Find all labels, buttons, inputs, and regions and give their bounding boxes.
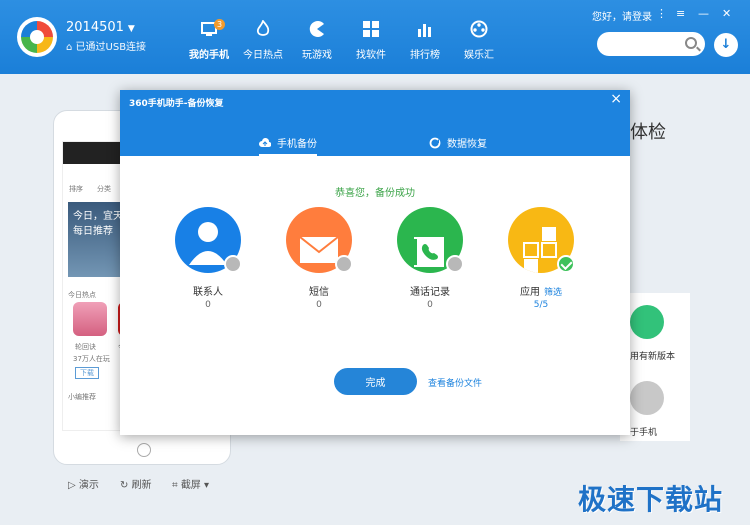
view-backup-files-link[interactable]: 查看备份文件 xyxy=(428,376,482,389)
backup-item-contacts[interactable]: 联系人 0 xyxy=(173,207,243,310)
nav-games[interactable]: 玩游戏 xyxy=(290,19,344,65)
app-thumbnail xyxy=(73,302,107,336)
site-watermark: 极速下载站 xyxy=(578,483,724,516)
device-name[interactable]: 2014501 xyxy=(66,20,124,35)
checkup-heading: 体检 xyxy=(630,122,666,143)
tab-phone-backup[interactable]: 手机备份 xyxy=(259,135,317,157)
backup-item-call-log[interactable]: 通话记录 0 xyxy=(395,207,465,310)
app-logo[interactable] xyxy=(17,17,57,57)
phone-section-label: 今日热点 xyxy=(68,291,96,299)
film-reel-icon xyxy=(470,20,488,38)
refresh-icon xyxy=(429,137,441,149)
nav-software[interactable]: 找软件 xyxy=(344,19,398,65)
refresh-button[interactable]: ↻ 刷新 xyxy=(120,476,152,491)
filter-link[interactable]: 筛选 xyxy=(544,288,562,298)
backup-item-sms[interactable]: 短信 0 xyxy=(284,207,354,310)
status-done-icon xyxy=(557,255,575,273)
demo-button[interactable]: ▷ 演示 xyxy=(68,476,99,491)
app-name: 轮回诀 xyxy=(75,343,96,351)
top-bar: 2014501 ▼ ⌂ 已通过USB连接 3 我的手机 今日热点 玩游戏 找软件 … xyxy=(0,0,750,74)
nav-entertainment[interactable]: 娱乐汇 xyxy=(452,19,506,65)
apps-label: 应用 筛选 xyxy=(519,287,562,298)
chevron-down-icon[interactable]: ▼ xyxy=(128,24,135,34)
download-icon[interactable]: ↓ xyxy=(714,33,738,57)
app-downloads: 37万人在玩 xyxy=(73,355,110,363)
search-icon[interactable] xyxy=(685,37,697,49)
flame-icon xyxy=(256,20,270,36)
backup-item-apps[interactable]: 应用 筛选 5/5 xyxy=(506,207,576,310)
nav-badge: 3 xyxy=(214,19,226,30)
menu-lines-icon[interactable]: ≡ xyxy=(676,7,685,20)
status-pending-icon xyxy=(446,255,464,273)
app-download-button: 下载 xyxy=(75,367,99,379)
app-update-icon[interactable] xyxy=(630,305,664,339)
dialog-title: 360手机助手-备份恢复 xyxy=(129,99,224,109)
main-nav: 3 我的手机 今日热点 玩游戏 找软件 排行榜 娱乐汇 xyxy=(182,19,506,65)
pacman-icon xyxy=(309,21,324,37)
close-icon[interactable]: × xyxy=(610,91,622,107)
login-link[interactable]: 您好，请登录 xyxy=(592,8,652,23)
dialog-header: 360手机助手-备份恢复 × 手机备份 数据恢复 xyxy=(120,90,630,157)
nav-hot-today[interactable]: 今日热点 xyxy=(236,19,290,65)
right-item-label: 于手机 xyxy=(630,428,658,438)
phone-home-button xyxy=(137,443,151,457)
status-pending-icon xyxy=(224,255,242,273)
bar-chart-icon xyxy=(418,24,431,37)
screenshot-button[interactable]: ⌗ 截屏 ▾ xyxy=(172,476,209,491)
device-selector[interactable]: 2014501 ▼ xyxy=(66,20,135,35)
minimize-icon[interactable]: — xyxy=(698,7,709,20)
backup-restore-dialog: 360手机助手-备份恢复 × 手机备份 数据恢复 恭喜您，备份成功 联系人 0 … xyxy=(120,90,630,435)
right-tools-panel: 用有新版本 于手机 xyxy=(620,293,690,441)
grid-icon xyxy=(363,21,379,37)
device-status: ⌂ 已通过USB连接 xyxy=(66,42,147,53)
close-icon[interactable]: ✕ xyxy=(722,7,731,20)
cloud-upload-icon xyxy=(259,138,271,147)
phone-tab: 排序 xyxy=(69,185,83,193)
success-message: 恭喜您，备份成功 xyxy=(335,188,415,199)
done-button[interactable]: 完成 xyxy=(334,368,417,395)
status-pending-icon xyxy=(335,255,353,273)
more-icon[interactable] xyxy=(630,381,664,415)
phone-section-label: 小编推荐 xyxy=(68,393,96,401)
search-input[interactable] xyxy=(597,32,705,56)
tab-data-restore[interactable]: 数据恢复 xyxy=(429,135,487,155)
menu-icon[interactable]: ⋮ xyxy=(656,7,667,20)
nav-my-phone[interactable]: 3 我的手机 xyxy=(182,19,236,65)
phone-tab: 分类 xyxy=(97,185,111,193)
right-item-label: 用有新版本 xyxy=(630,352,676,362)
nav-rankings[interactable]: 排行榜 xyxy=(398,19,452,65)
